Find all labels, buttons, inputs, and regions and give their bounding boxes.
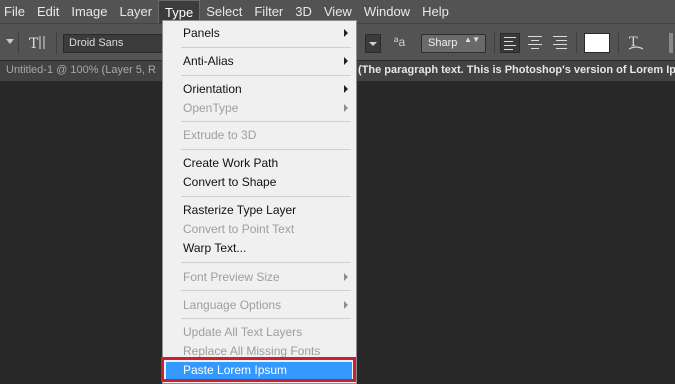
menu-item-convert-to-shape[interactable]: Convert to Shape — [163, 174, 356, 193]
menu-separator — [181, 262, 351, 263]
divider — [494, 32, 495, 54]
menu-item-label: Extrude to 3D — [183, 128, 257, 142]
menu-help[interactable]: Help — [416, 0, 455, 23]
menu-item-rasterize-type-layer[interactable]: Rasterize Type Layer — [163, 202, 356, 221]
menu-item-orientation[interactable]: Orientation — [163, 81, 356, 100]
menu-window[interactable]: Window — [358, 0, 416, 23]
menu-item-font-preview-size[interactable]: Font Preview Size — [163, 269, 356, 288]
menu-item-extrude-to-3d[interactable]: Extrude to 3D — [163, 127, 356, 146]
menu-item-panels[interactable]: Panels — [163, 25, 356, 44]
menu-item-create-work-path[interactable]: Create Work Path — [163, 155, 356, 174]
menu-item-label: Orientation — [183, 82, 242, 96]
type-orientation-toggle-icon[interactable]: T — [28, 33, 50, 53]
align-center-button[interactable] — [525, 33, 545, 53]
menu-item-label: Update All Text Layers — [183, 325, 303, 339]
panel-toggle-icon[interactable] — [669, 33, 673, 53]
menu-item-label: Convert to Point Text — [183, 222, 295, 236]
menu-item-update-all-text-layers[interactable]: Update All Text Layers — [163, 324, 356, 343]
submenu-arrow-icon — [344, 273, 348, 281]
warp-text-icon[interactable]: T — [627, 33, 645, 58]
menu-item-label: Create Work Path — [183, 156, 279, 170]
menu-item-label: Rasterize Type Layer — [183, 203, 297, 217]
menu-item-opentype[interactable]: OpenType — [163, 100, 356, 119]
menu-layer[interactable]: Layer — [114, 0, 159, 23]
font-size-dropdown-button[interactable] — [365, 34, 381, 53]
anti-alias-icon: ªa — [394, 35, 406, 49]
menu-separator — [181, 75, 351, 76]
align-right-button[interactable] — [550, 33, 570, 53]
menu-edit[interactable]: Edit — [31, 0, 65, 23]
menu-item-label: Language Options — [183, 298, 282, 312]
menu-item-label: Panels — [183, 26, 220, 40]
submenu-arrow-icon — [344, 29, 348, 37]
highlight-callout-box — [161, 357, 356, 382]
menu-separator — [181, 290, 351, 291]
menu-separator — [181, 318, 351, 319]
menu-separator — [181, 47, 351, 48]
submenu-arrow-icon — [344, 301, 348, 309]
menu-item-warp-text[interactable]: Warp Text... — [163, 240, 356, 259]
menu-item-label: OpenType — [183, 101, 239, 115]
font-family-field[interactable]: Droid Sans — [63, 34, 171, 53]
anti-alias-select[interactable]: Sharp ▲▼ — [421, 34, 486, 53]
divider — [618, 32, 619, 54]
stepper-arrows-icon: ▲▼ — [464, 35, 480, 44]
menu-item-label: Convert to Shape — [183, 175, 277, 189]
submenu-arrow-icon — [344, 85, 348, 93]
anti-alias-value: Sharp — [428, 37, 458, 49]
menu-file[interactable]: File — [0, 0, 31, 23]
divider — [18, 32, 19, 54]
document-tab-title[interactable]: Untitled-1 @ 100% (Layer 5, R — [6, 64, 156, 76]
menu-item-language-options[interactable]: Language Options — [163, 297, 356, 316]
align-left-button[interactable] — [500, 33, 520, 53]
submenu-arrow-icon — [344, 57, 348, 65]
divider — [56, 32, 57, 54]
menu-separator — [181, 196, 351, 197]
menu-separator — [181, 149, 351, 150]
type-menu-dropdown: Panels Anti-Alias Orientation OpenType E… — [162, 20, 357, 384]
document-tab-overflow-text: (The paragraph text. This is Photoshop's… — [358, 64, 675, 76]
menu-item-label: Anti-Alias — [183, 54, 234, 68]
menu-image[interactable]: Image — [65, 0, 113, 23]
menu-item-anti-alias[interactable]: Anti-Alias — [163, 53, 356, 72]
menu-item-label: Replace All Missing Fonts — [183, 344, 321, 358]
menu-item-label: Font Preview Size — [183, 270, 280, 284]
divider — [576, 32, 577, 54]
submenu-arrow-icon — [344, 104, 348, 112]
svg-text:T: T — [29, 36, 39, 52]
menu-item-convert-to-point-text[interactable]: Convert to Point Text — [163, 221, 356, 240]
text-color-swatch[interactable] — [584, 33, 610, 53]
tool-preset-arrow-icon[interactable] — [6, 39, 14, 44]
menu-separator — [181, 121, 351, 122]
menu-item-label: Warp Text... — [183, 241, 247, 255]
